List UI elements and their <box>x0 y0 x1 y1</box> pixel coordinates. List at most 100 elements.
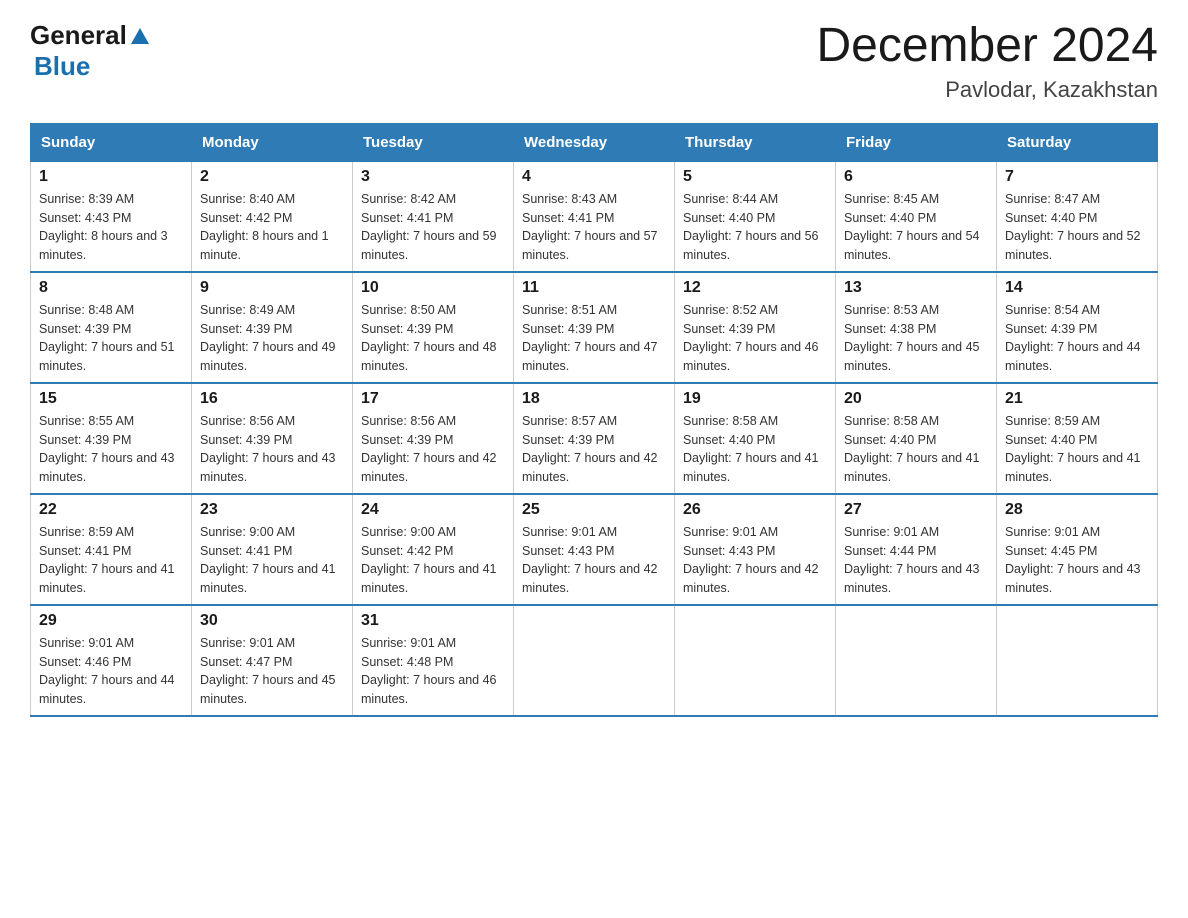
day-number: 30 <box>200 612 344 630</box>
day-info: Sunrise: 9:01 AM Sunset: 4:45 PM Dayligh… <box>1005 523 1149 598</box>
calendar-cell: 15 Sunrise: 8:55 AM Sunset: 4:39 PM Dayl… <box>31 383 192 494</box>
calendar-cell <box>836 605 997 716</box>
day-number: 22 <box>39 501 183 519</box>
calendar-cell: 16 Sunrise: 8:56 AM Sunset: 4:39 PM Dayl… <box>192 383 353 494</box>
day-info: Sunrise: 8:56 AM Sunset: 4:39 PM Dayligh… <box>361 412 505 487</box>
day-number: 7 <box>1005 168 1149 186</box>
day-number: 4 <box>522 168 666 186</box>
calendar-cell: 21 Sunrise: 8:59 AM Sunset: 4:40 PM Dayl… <box>997 383 1158 494</box>
day-info: Sunrise: 8:45 AM Sunset: 4:40 PM Dayligh… <box>844 190 988 265</box>
day-info: Sunrise: 8:42 AM Sunset: 4:41 PM Dayligh… <box>361 190 505 265</box>
day-number: 19 <box>683 390 827 408</box>
calendar-cell: 29 Sunrise: 9:01 AM Sunset: 4:46 PM Dayl… <box>31 605 192 716</box>
calendar-cell: 10 Sunrise: 8:50 AM Sunset: 4:39 PM Dayl… <box>353 272 514 383</box>
calendar-cell: 12 Sunrise: 8:52 AM Sunset: 4:39 PM Dayl… <box>675 272 836 383</box>
day-info: Sunrise: 9:00 AM Sunset: 4:42 PM Dayligh… <box>361 523 505 598</box>
calendar-cell: 19 Sunrise: 8:58 AM Sunset: 4:40 PM Dayl… <box>675 383 836 494</box>
weekday-header-thursday: Thursday <box>675 123 836 161</box>
calendar-cell: 1 Sunrise: 8:39 AM Sunset: 4:43 PM Dayli… <box>31 161 192 272</box>
calendar-cell: 4 Sunrise: 8:43 AM Sunset: 4:41 PM Dayli… <box>514 161 675 272</box>
weekday-header-saturday: Saturday <box>997 123 1158 161</box>
day-info: Sunrise: 8:59 AM Sunset: 4:41 PM Dayligh… <box>39 523 183 598</box>
day-number: 27 <box>844 501 988 519</box>
calendar-cell <box>997 605 1158 716</box>
calendar-header: SundayMondayTuesdayWednesdayThursdayFrid… <box>31 123 1158 161</box>
day-number: 15 <box>39 390 183 408</box>
weekday-header-sunday: Sunday <box>31 123 192 161</box>
day-info: Sunrise: 9:01 AM Sunset: 4:43 PM Dayligh… <box>522 523 666 598</box>
day-number: 13 <box>844 279 988 297</box>
calendar-cell: 6 Sunrise: 8:45 AM Sunset: 4:40 PM Dayli… <box>836 161 997 272</box>
day-number: 23 <box>200 501 344 519</box>
day-info: Sunrise: 8:48 AM Sunset: 4:39 PM Dayligh… <box>39 301 183 376</box>
day-info: Sunrise: 8:58 AM Sunset: 4:40 PM Dayligh… <box>683 412 827 487</box>
day-number: 1 <box>39 168 183 186</box>
calendar-cell: 7 Sunrise: 8:47 AM Sunset: 4:40 PM Dayli… <box>997 161 1158 272</box>
title-section: December 2024 Pavlodar, Kazakhstan <box>816 20 1158 103</box>
calendar-cell: 25 Sunrise: 9:01 AM Sunset: 4:43 PM Dayl… <box>514 494 675 605</box>
weekday-header-row: SundayMondayTuesdayWednesdayThursdayFrid… <box>31 123 1158 161</box>
day-number: 28 <box>1005 501 1149 519</box>
day-number: 10 <box>361 279 505 297</box>
page-header: General Blue December 2024 Pavlodar, Kaz… <box>30 20 1158 103</box>
day-number: 3 <box>361 168 505 186</box>
calendar-cell: 20 Sunrise: 8:58 AM Sunset: 4:40 PM Dayl… <box>836 383 997 494</box>
day-info: Sunrise: 8:50 AM Sunset: 4:39 PM Dayligh… <box>361 301 505 376</box>
logo-blue-text: Blue <box>34 51 90 81</box>
calendar-cell: 8 Sunrise: 8:48 AM Sunset: 4:39 PM Dayli… <box>31 272 192 383</box>
day-info: Sunrise: 8:52 AM Sunset: 4:39 PM Dayligh… <box>683 301 827 376</box>
day-number: 21 <box>1005 390 1149 408</box>
location-subtitle: Pavlodar, Kazakhstan <box>816 77 1158 103</box>
day-number: 17 <box>361 390 505 408</box>
page-title: December 2024 <box>816 20 1158 73</box>
day-info: Sunrise: 8:59 AM Sunset: 4:40 PM Dayligh… <box>1005 412 1149 487</box>
day-info: Sunrise: 9:01 AM Sunset: 4:46 PM Dayligh… <box>39 634 183 709</box>
day-number: 24 <box>361 501 505 519</box>
calendar-cell: 30 Sunrise: 9:01 AM Sunset: 4:47 PM Dayl… <box>192 605 353 716</box>
day-info: Sunrise: 8:55 AM Sunset: 4:39 PM Dayligh… <box>39 412 183 487</box>
calendar-cell: 26 Sunrise: 9:01 AM Sunset: 4:43 PM Dayl… <box>675 494 836 605</box>
logo-triangle-icon <box>129 26 151 48</box>
day-number: 9 <box>200 279 344 297</box>
day-number: 31 <box>361 612 505 630</box>
calendar-cell: 13 Sunrise: 8:53 AM Sunset: 4:38 PM Dayl… <box>836 272 997 383</box>
calendar-cell: 5 Sunrise: 8:44 AM Sunset: 4:40 PM Dayli… <box>675 161 836 272</box>
calendar-cell: 9 Sunrise: 8:49 AM Sunset: 4:39 PM Dayli… <box>192 272 353 383</box>
calendar-cell: 27 Sunrise: 9:01 AM Sunset: 4:44 PM Dayl… <box>836 494 997 605</box>
calendar-week-3: 15 Sunrise: 8:55 AM Sunset: 4:39 PM Dayl… <box>31 383 1158 494</box>
day-info: Sunrise: 9:01 AM Sunset: 4:47 PM Dayligh… <box>200 634 344 709</box>
day-info: Sunrise: 8:56 AM Sunset: 4:39 PM Dayligh… <box>200 412 344 487</box>
day-number: 11 <box>522 279 666 297</box>
day-number: 5 <box>683 168 827 186</box>
day-number: 16 <box>200 390 344 408</box>
calendar-cell <box>675 605 836 716</box>
calendar-cell: 28 Sunrise: 9:01 AM Sunset: 4:45 PM Dayl… <box>997 494 1158 605</box>
day-info: Sunrise: 8:49 AM Sunset: 4:39 PM Dayligh… <box>200 301 344 376</box>
calendar-cell: 17 Sunrise: 8:56 AM Sunset: 4:39 PM Dayl… <box>353 383 514 494</box>
day-number: 14 <box>1005 279 1149 297</box>
day-info: Sunrise: 8:58 AM Sunset: 4:40 PM Dayligh… <box>844 412 988 487</box>
calendar-week-1: 1 Sunrise: 8:39 AM Sunset: 4:43 PM Dayli… <box>31 161 1158 272</box>
weekday-header-monday: Monday <box>192 123 353 161</box>
day-info: Sunrise: 8:54 AM Sunset: 4:39 PM Dayligh… <box>1005 301 1149 376</box>
calendar-cell: 23 Sunrise: 9:00 AM Sunset: 4:41 PM Dayl… <box>192 494 353 605</box>
day-number: 26 <box>683 501 827 519</box>
day-number: 8 <box>39 279 183 297</box>
calendar-cell: 3 Sunrise: 8:42 AM Sunset: 4:41 PM Dayli… <box>353 161 514 272</box>
calendar-body: 1 Sunrise: 8:39 AM Sunset: 4:43 PM Dayli… <box>31 161 1158 716</box>
calendar-cell: 31 Sunrise: 9:01 AM Sunset: 4:48 PM Dayl… <box>353 605 514 716</box>
day-info: Sunrise: 9:00 AM Sunset: 4:41 PM Dayligh… <box>200 523 344 598</box>
day-info: Sunrise: 9:01 AM Sunset: 4:43 PM Dayligh… <box>683 523 827 598</box>
calendar-cell: 24 Sunrise: 9:00 AM Sunset: 4:42 PM Dayl… <box>353 494 514 605</box>
day-number: 25 <box>522 501 666 519</box>
calendar-week-2: 8 Sunrise: 8:48 AM Sunset: 4:39 PM Dayli… <box>31 272 1158 383</box>
day-info: Sunrise: 8:39 AM Sunset: 4:43 PM Dayligh… <box>39 190 183 265</box>
logo-general-text: General <box>30 20 127 51</box>
day-number: 12 <box>683 279 827 297</box>
day-info: Sunrise: 8:43 AM Sunset: 4:41 PM Dayligh… <box>522 190 666 265</box>
calendar-cell: 22 Sunrise: 8:59 AM Sunset: 4:41 PM Dayl… <box>31 494 192 605</box>
day-number: 6 <box>844 168 988 186</box>
calendar-cell: 11 Sunrise: 8:51 AM Sunset: 4:39 PM Dayl… <box>514 272 675 383</box>
day-info: Sunrise: 8:51 AM Sunset: 4:39 PM Dayligh… <box>522 301 666 376</box>
day-info: Sunrise: 8:40 AM Sunset: 4:42 PM Dayligh… <box>200 190 344 265</box>
